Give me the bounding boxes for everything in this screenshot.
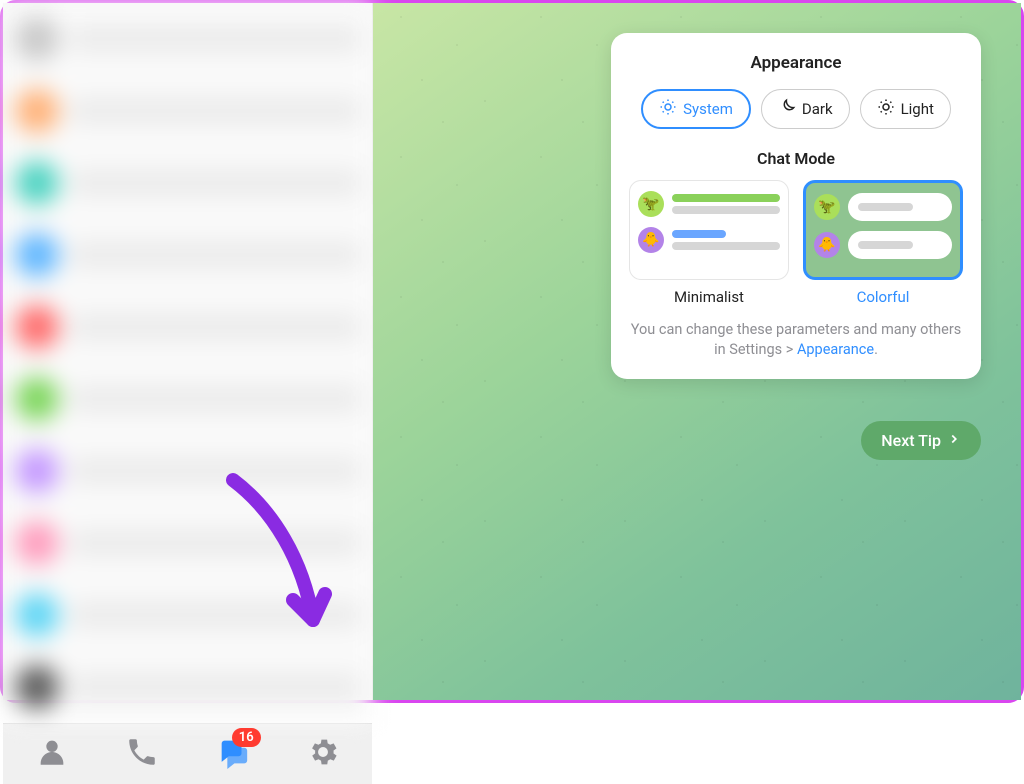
theme-label: Dark bbox=[802, 100, 833, 118]
mode-label: Minimalist bbox=[629, 288, 789, 306]
bottom-tab-bar: 16 bbox=[3, 723, 372, 784]
mode-minimalist-button[interactable]: 🦖 🐥 Minimalist bbox=[629, 180, 789, 306]
chat-item[interactable] bbox=[3, 435, 372, 507]
chats-tab[interactable]: 16 bbox=[203, 724, 263, 784]
chat-item[interactable] bbox=[3, 219, 372, 291]
system-icon bbox=[659, 98, 677, 120]
footer-suffix: . bbox=[874, 341, 878, 358]
person-icon bbox=[35, 735, 69, 773]
calls-tab[interactable] bbox=[112, 724, 172, 784]
theme-label: System bbox=[683, 100, 733, 118]
theme-options: System Dark Light bbox=[629, 89, 963, 129]
settings-tab[interactable] bbox=[293, 724, 353, 784]
card-title: Appearance bbox=[629, 53, 963, 73]
phone-icon bbox=[125, 735, 159, 773]
theme-dark-button[interactable]: Dark bbox=[761, 89, 850, 129]
minimalist-preview: 🦖 🐥 bbox=[629, 180, 789, 280]
chat-item[interactable] bbox=[3, 507, 372, 579]
chat-item[interactable] bbox=[3, 651, 372, 723]
chat-item[interactable] bbox=[3, 3, 372, 75]
sidebar: 16 bbox=[3, 3, 373, 700]
card-footer-text: You can change these parameters and many… bbox=[629, 320, 963, 361]
chat-item[interactable] bbox=[3, 291, 372, 363]
theme-label: Light bbox=[901, 100, 934, 118]
gear-icon bbox=[306, 735, 340, 773]
sun-icon bbox=[877, 98, 895, 120]
chat-item[interactable] bbox=[3, 363, 372, 435]
chevron-right-icon bbox=[947, 431, 961, 450]
theme-light-button[interactable]: Light bbox=[860, 89, 951, 129]
chat-item[interactable] bbox=[3, 579, 372, 651]
chat-mode-title: Chat Mode bbox=[629, 149, 963, 168]
mode-colorful-button[interactable]: 🦖 🐥 Colorful bbox=[803, 180, 963, 306]
moon-icon bbox=[778, 98, 796, 120]
mode-label: Colorful bbox=[803, 288, 963, 306]
chat-list[interactable] bbox=[3, 3, 372, 723]
next-tip-button[interactable]: Next Tip bbox=[861, 421, 981, 460]
next-tip-label: Next Tip bbox=[881, 431, 941, 450]
theme-system-button[interactable]: System bbox=[641, 89, 751, 129]
chat-item[interactable] bbox=[3, 147, 372, 219]
unread-badge: 16 bbox=[232, 728, 261, 747]
appearance-link[interactable]: Appearance bbox=[797, 341, 874, 358]
contacts-tab[interactable] bbox=[22, 724, 82, 784]
chat-mode-options: 🦖 🐥 Minimalist 🦖 🐥 Colorful bbox=[629, 180, 963, 306]
colorful-preview: 🦖 🐥 bbox=[803, 180, 963, 280]
chat-item[interactable] bbox=[3, 75, 372, 147]
appearance-card: Appearance System Dark bbox=[611, 33, 981, 379]
main-panel: Appearance System Dark bbox=[373, 3, 1021, 700]
